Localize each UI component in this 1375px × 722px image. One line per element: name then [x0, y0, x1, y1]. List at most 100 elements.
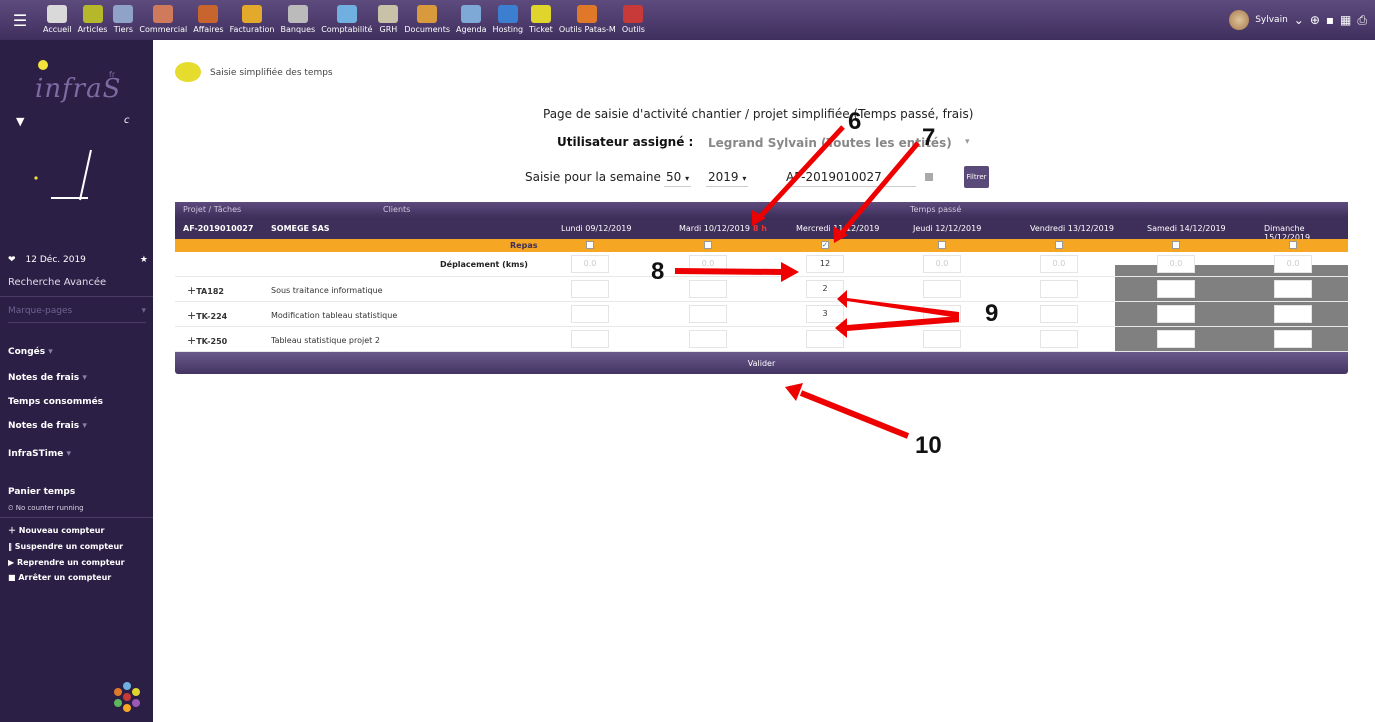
topmenu-grh[interactable]: GRH	[375, 0, 401, 40]
time-input[interactable]	[1274, 330, 1312, 348]
repas-checkbox[interactable]	[1055, 241, 1063, 249]
time-input[interactable]	[571, 330, 609, 348]
topmenu-outils-patas-m[interactable]: Outils Patas-M	[556, 0, 619, 40]
deplacement-input[interactable]: 0.0	[1274, 255, 1312, 273]
topmenu-ticket[interactable]: Ticket	[526, 0, 556, 40]
deplacement-input[interactable]: 0.0	[689, 255, 727, 273]
assigned-user-select[interactable]: Legrand Sylvain (Toutes les entités)	[708, 136, 952, 150]
calculator-icon[interactable]: ▦	[1340, 13, 1351, 27]
deplacement-input[interactable]: 0.0	[1157, 255, 1195, 273]
time-input[interactable]	[1274, 305, 1312, 323]
time-input[interactable]	[923, 305, 961, 323]
day-header: Mardi 10/12/2019 8 h	[679, 224, 767, 233]
globe-icon[interactable]: ⊕	[1310, 13, 1320, 27]
logo-suffix: fr	[109, 70, 116, 79]
time-input[interactable]	[571, 280, 609, 298]
topmenu-hosting[interactable]: Hosting	[490, 0, 527, 40]
expand-task-button[interactable]: +TK-224	[187, 309, 227, 322]
bookmark-icon[interactable]: ▪	[1326, 13, 1334, 27]
deplacement-input[interactable]: 0.0	[923, 255, 961, 273]
time-input[interactable]	[1157, 330, 1195, 348]
day-label: Lundi 09/12/2019	[561, 224, 632, 233]
repas-checkbox[interactable]	[938, 241, 946, 249]
time-input[interactable]	[1274, 280, 1312, 298]
deplacement-input[interactable]: 0.0	[571, 255, 609, 273]
star-icon[interactable]: ★	[140, 255, 148, 265]
topmenu-agenda[interactable]: Agenda	[453, 0, 490, 40]
expand-task-button[interactable]: +TK-250	[187, 334, 227, 347]
no-counter-text: No counter running	[15, 504, 84, 512]
time-input[interactable]	[1040, 280, 1078, 298]
sidebar-item-notes-de-frais[interactable]: Notes de frais ▾	[8, 373, 87, 383]
week-select[interactable]: 50 ▾	[664, 170, 692, 187]
commercial-icon	[153, 5, 174, 23]
chevron-down-icon[interactable]: ⌄	[1294, 13, 1304, 27]
expand-task-button[interactable]: +TA182	[187, 284, 224, 297]
avatar[interactable]	[1229, 10, 1250, 30]
time-input[interactable]	[689, 330, 727, 348]
heart-icon[interactable]: ❤	[8, 255, 16, 265]
topmenu-tiers[interactable]: Tiers	[110, 0, 136, 40]
topmenu-outils[interactable]: Outils	[619, 0, 648, 40]
page-title: Page de saisie d'activité chantier / pro…	[543, 107, 974, 121]
topmenu-commercial[interactable]: Commercial	[136, 0, 190, 40]
time-input[interactable]: 2	[806, 280, 844, 298]
stop-counter-link[interactable]: ■ Arrêter un compteur	[8, 573, 111, 582]
chevron-down-icon: ▾	[66, 449, 72, 459]
topmenu-documents[interactable]: Documents	[401, 0, 453, 40]
topmenu-label: Outils	[621, 25, 645, 34]
time-input[interactable]	[806, 330, 844, 348]
time-input[interactable]	[689, 305, 727, 323]
repas-checkbox[interactable]	[586, 241, 594, 249]
filter-button[interactable]: Filtrer	[964, 166, 989, 188]
sidebar-item-infrastime[interactable]: InfraSTime ▾	[8, 449, 71, 459]
user-name[interactable]: Sylvain	[1255, 15, 1288, 25]
time-input[interactable]	[1040, 305, 1078, 323]
chevron-down-icon[interactable]: ▾	[965, 137, 970, 147]
deplacement-input[interactable]: 12	[806, 255, 844, 273]
timesheet-table: Projet / Tâches Clients Temps passé AF-2…	[175, 202, 1348, 374]
validate-button[interactable]: Valider	[175, 352, 1348, 374]
project-reference-input[interactable]: AF-2019010027	[786, 170, 916, 187]
time-input[interactable]	[689, 280, 727, 298]
help-icon[interactable]	[925, 173, 933, 181]
counter-label: Suspendre un compteur	[14, 542, 124, 551]
time-input[interactable]	[1157, 280, 1195, 298]
topmenu-comptabilit-[interactable]: Comptabilité	[318, 0, 375, 40]
time-input[interactable]	[923, 330, 961, 348]
new-counter-link[interactable]: ＋ Nouveau compteur	[8, 525, 104, 536]
topmenu-facturation[interactable]: Facturation	[227, 0, 278, 40]
repas-checkbox[interactable]	[704, 241, 712, 249]
infras-logo[interactable]: infraS fr	[25, 60, 135, 110]
advanced-search-link[interactable]: Recherche Avancée	[8, 277, 106, 288]
time-input[interactable]: 3	[806, 305, 844, 323]
hamburger-menu-icon[interactable]: ☰	[0, 0, 40, 40]
sidebar-item-conges[interactable]: Congés ▾	[8, 347, 53, 357]
time-input[interactable]	[1040, 330, 1078, 348]
task-rows: +TA182 Sous traitance informatique 2 +TK-22…	[175, 277, 1348, 352]
breadcrumb: Saisie simplifiée des temps	[210, 68, 333, 78]
resume-counter-link[interactable]: ▶ Reprendre un compteur	[8, 558, 125, 567]
repas-checkbox[interactable]	[1172, 241, 1180, 249]
topmenu-banques[interactable]: Banques	[277, 0, 318, 40]
topmenu-label: GRH	[379, 25, 398, 34]
time-input[interactable]	[571, 305, 609, 323]
suspend-counter-link[interactable]: ‖ Suspendre un compteur	[8, 542, 123, 551]
topmenu-articles[interactable]: Articles	[75, 0, 111, 40]
deplacement-input[interactable]: 0.0	[1040, 255, 1078, 273]
sidebar-item-label: Notes de frais	[8, 421, 80, 431]
collapse-arrow-icon[interactable]: ▼	[16, 115, 24, 128]
bookmarks-select[interactable]: Marque-pages ▾	[8, 306, 146, 323]
topmenu-accueil[interactable]: Accueil	[40, 0, 75, 40]
time-input[interactable]	[923, 280, 961, 298]
year-select[interactable]: 2019 ▾	[706, 170, 749, 187]
print-icon[interactable]: ⎙	[1357, 13, 1367, 28]
sidebar-item-temps-consommes[interactable]: Temps consommés	[8, 397, 103, 407]
repas-checkbox[interactable]	[1289, 241, 1297, 249]
apps-icon[interactable]	[110, 680, 144, 714]
time-input[interactable]	[1157, 305, 1195, 323]
divider	[0, 296, 153, 297]
repas-checkbox[interactable]: ✓	[821, 241, 829, 249]
sidebar-item-notes-de-frais-2[interactable]: Notes de frais ▾	[8, 421, 87, 431]
topmenu-affaires[interactable]: Affaires	[190, 0, 226, 40]
